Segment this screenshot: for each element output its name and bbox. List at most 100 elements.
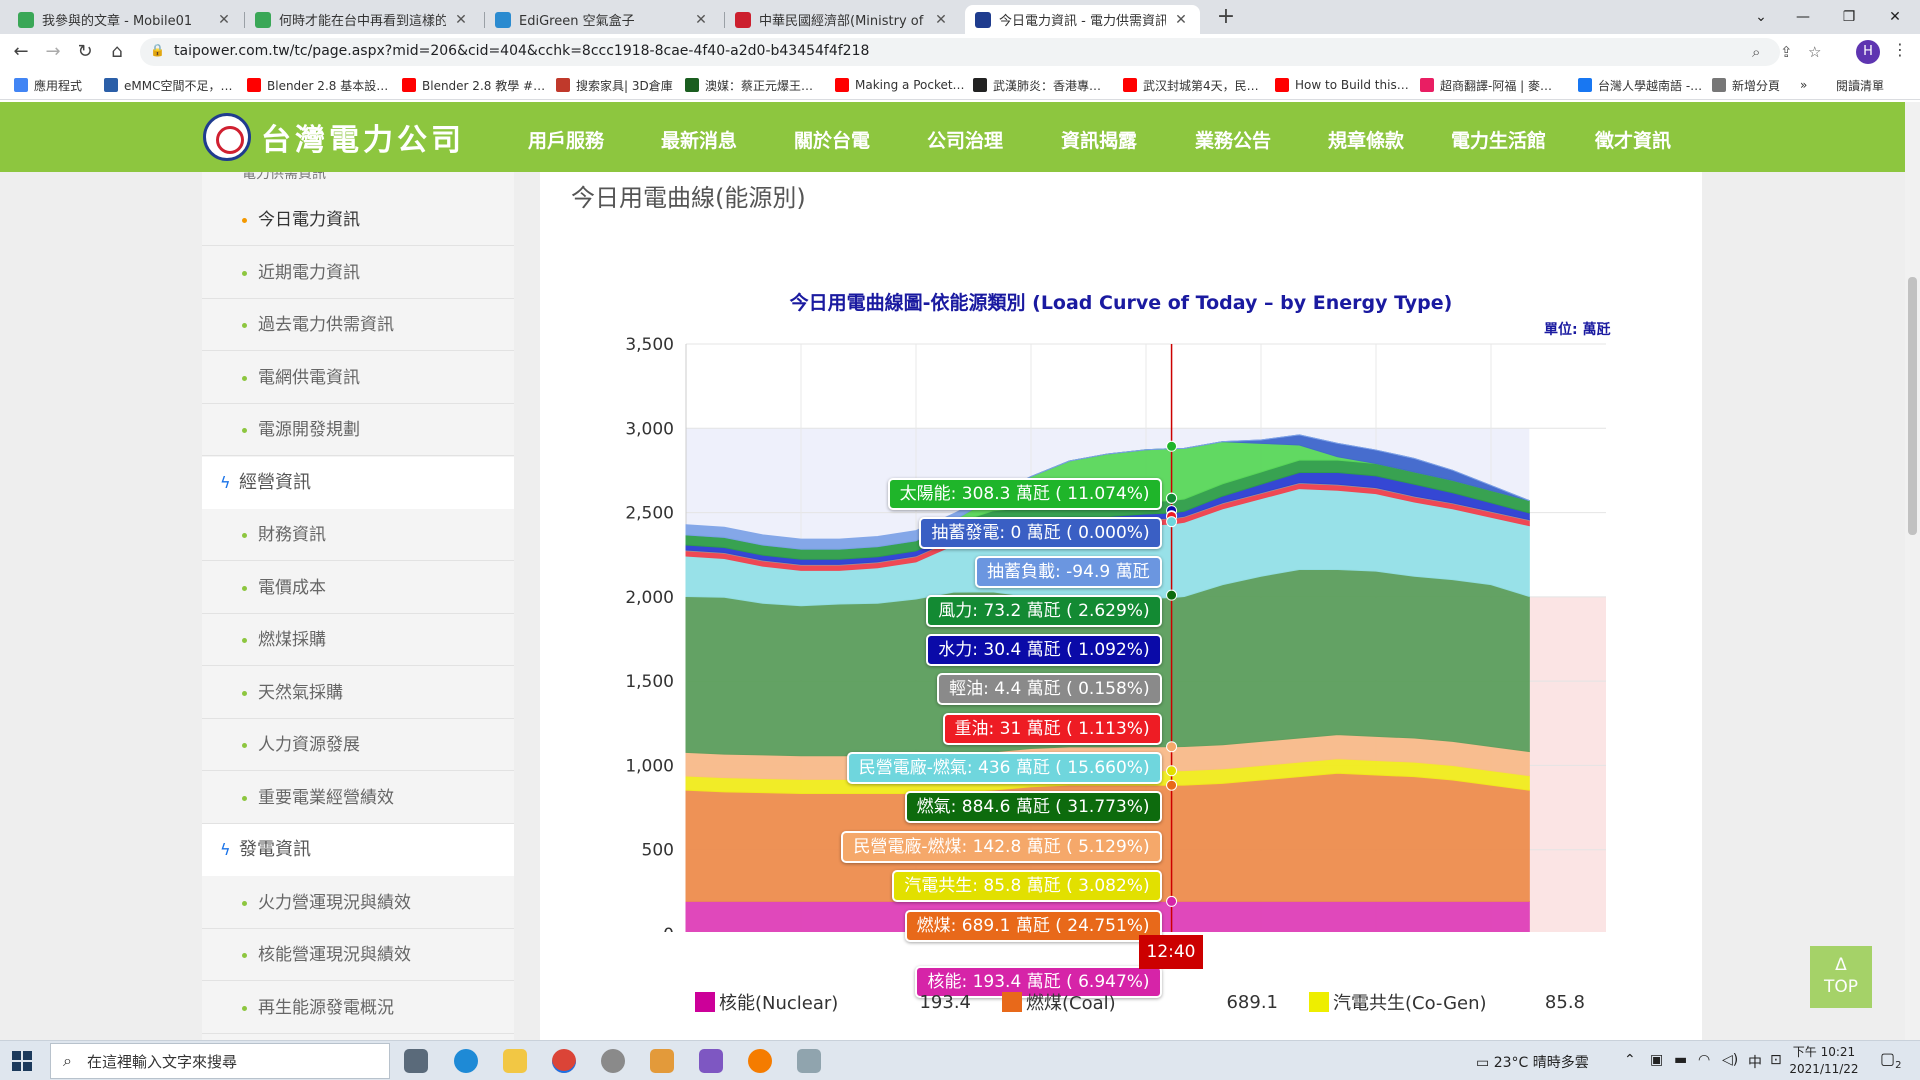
weather-widget[interactable]: ▭ 23°C 晴時多雲 — [1476, 1052, 1589, 1072]
app-icon[interactable] — [650, 1049, 674, 1073]
tooltip-entry: 汽電共生: 85.8 萬瓩 ( 3.082%) — [892, 870, 1162, 902]
url-text[interactable]: taipower.com.tw/tc/page.aspx?mid=206&cid… — [174, 43, 869, 59]
bookmark-item[interactable]: 搜索家具| 3D倉庫 — [556, 76, 673, 94]
browser-tab[interactable]: 我參與的文章 - Mobile01 ✕ — [8, 5, 243, 34]
tab-search-icon[interactable]: ⌄ — [1738, 0, 1784, 34]
sidebar-item[interactable]: 近期電力資訊 — [202, 247, 514, 299]
new-tab-button[interactable]: + — [1213, 5, 1239, 31]
wifi-icon[interactable]: ◠ — [1698, 1052, 1710, 1068]
bookmark-item[interactable]: 應用程式 — [14, 76, 82, 94]
app-icon[interactable] — [699, 1049, 723, 1073]
nav-careers[interactable]: 徵才資訊 — [1595, 126, 1671, 153]
browser-tab-active[interactable]: 今日電力資訊 - 電力供需資訊 - 台 ✕ — [965, 5, 1200, 34]
sidebar-item[interactable]: 過去電力供需資訊 — [202, 299, 514, 351]
bookmark-item[interactable]: 台灣人學越南語 -… — [1578, 76, 1702, 94]
address-bar[interactable]: 🔒 taipower.com.tw/tc/page.aspx?mid=206&c… — [140, 38, 1821, 66]
sidebar-item[interactable]: 重要電業經營績效 — [202, 772, 514, 824]
close-tab-icon[interactable]: ✕ — [452, 12, 470, 28]
bookmark-item[interactable]: Blender 2.8 教學 #… — [402, 76, 545, 94]
app-icon[interactable] — [601, 1049, 625, 1073]
ime-indicator[interactable]: 中 — [1748, 1052, 1762, 1072]
nav-regulations[interactable]: 規章條款 — [1328, 126, 1404, 153]
close-tab-icon[interactable]: ✕ — [1172, 12, 1190, 28]
battery-icon[interactable]: ▬ — [1674, 1052, 1687, 1068]
forward-icon[interactable]: → — [40, 40, 66, 64]
keyboard-icon[interactable]: ⊡ — [1770, 1052, 1782, 1068]
nav-about[interactable]: 關於台電 — [794, 126, 870, 153]
sidebar-item[interactable]: 再生能源發電概況 — [202, 982, 514, 1034]
reload-icon[interactable]: ↻ — [72, 40, 98, 64]
bookmark-item[interactable]: 新增分頁 — [1712, 76, 1780, 94]
close-tab-icon[interactable]: ✕ — [215, 12, 233, 28]
back-icon[interactable]: ← — [8, 40, 34, 64]
bookmark-item[interactable]: How to Build this… — [1275, 76, 1409, 94]
bookmark-item[interactable]: 超商翻譯-阿福 | 麥… — [1420, 76, 1552, 94]
home-icon[interactable]: ⌂ — [104, 40, 130, 64]
bookmark-star-icon[interactable]: ☆ — [1808, 43, 1821, 61]
file-explorer-icon[interactable] — [503, 1049, 527, 1073]
browser-tab[interactable]: 中華民國經濟部(Ministry of Econ ✕ — [725, 5, 960, 34]
notification-icon[interactable]: ▢2 — [1880, 1049, 1902, 1071]
share-icon[interactable]: ⇪ — [1780, 43, 1793, 61]
browser-tab[interactable]: 何時才能在台中再看到這樣的藍天 ✕ — [245, 5, 480, 34]
windows-start-icon[interactable] — [12, 1051, 32, 1071]
bookmark-item[interactable]: 澳媒：蔡正元爆王… — [685, 76, 813, 94]
task-view-icon[interactable] — [404, 1049, 428, 1073]
sidebar-item[interactable]: 燃煤採購 — [202, 614, 514, 666]
minimize-icon[interactable]: — — [1780, 0, 1826, 34]
scrollbar-thumb[interactable] — [1908, 277, 1917, 535]
sidebar-item[interactable]: 財務資訊 — [202, 509, 514, 561]
close-tab-icon[interactable]: ✕ — [692, 12, 710, 28]
blender-icon[interactable] — [748, 1049, 772, 1073]
browser-tab[interactable]: EdiGreen 空氣盒子 ✕ — [485, 5, 720, 34]
reading-list-button[interactable]: 閱讀清單 — [1836, 76, 1884, 94]
taipower-logo[interactable]: 台灣電力公司 — [203, 112, 465, 162]
sidebar-item-current[interactable]: 今日電力資訊 — [202, 194, 514, 246]
nav-news[interactable]: 最新消息 — [661, 126, 737, 153]
bullet-icon — [242, 428, 247, 433]
legend-item[interactable]: 核能(Nuclear) 193.4 — [695, 990, 985, 1014]
sidebar-item[interactable]: 電價成本 — [202, 562, 514, 614]
current-time-label: 12:40 — [1139, 935, 1203, 969]
app-icon[interactable] — [797, 1049, 821, 1073]
sidebar-item[interactable]: 人力資源發展 — [202, 719, 514, 771]
sidebar-category[interactable]: ϟ 發電資訊 — [202, 824, 514, 876]
page-scrollbar[interactable] — [1905, 102, 1920, 1040]
bookmark-item[interactable]: Blender 2.8 基本設… — [247, 76, 388, 94]
sidebar-item[interactable]: 火力營運現況與績效 — [202, 877, 514, 929]
sidebar-item[interactable]: 天然氣採購 — [202, 667, 514, 719]
nav-customer-service[interactable]: 用戶服務 — [528, 126, 604, 153]
nav-living[interactable]: 電力生活館 — [1451, 126, 1546, 153]
bookmark-item[interactable]: Making a Pocket… — [835, 76, 965, 94]
close-tab-icon[interactable]: ✕ — [932, 12, 950, 28]
profile-avatar[interactable]: H — [1856, 40, 1880, 64]
bookmark-item[interactable]: eMMC空間不足，… — [104, 76, 232, 94]
taskbar-clock[interactable]: 下午 10:21 2021/11/22 — [1786, 1044, 1862, 1078]
tray-overflow-icon[interactable]: ⌃ — [1624, 1052, 1636, 1068]
zoom-icon[interactable]: ⌕ — [1752, 43, 1760, 61]
nav-governance[interactable]: 公司治理 — [927, 126, 1003, 153]
tooltip-entry: 輕油: 4.4 萬瓩 ( 0.158%) — [937, 673, 1162, 705]
legend-item[interactable]: 汽電共生(Co-Gen) 85.8 — [1309, 990, 1599, 1014]
nav-disclosure[interactable]: 資訊揭露 — [1061, 126, 1137, 153]
y-tick-label: 1,500 — [625, 672, 674, 692]
sidebar-category[interactable]: ϟ 經營資訊 — [202, 456, 514, 509]
volume-icon[interactable]: ◁) — [1722, 1052, 1738, 1068]
nav-announcements[interactable]: 業務公告 — [1195, 126, 1271, 153]
sidebar-item[interactable]: 電源開發規劃 — [202, 404, 514, 456]
bookmarks-overflow-button[interactable]: » — [1800, 76, 1807, 94]
taskbar-search-input[interactable]: ⌕ 在這裡輸入文字來搜尋 — [50, 1043, 390, 1079]
edge-browser-icon[interactable] — [454, 1049, 478, 1073]
tooltip-entry: 民營電廠-燃氣: 436 萬瓩 ( 15.660%) — [846, 752, 1162, 784]
close-window-icon[interactable]: ✕ — [1872, 0, 1918, 34]
maximize-icon[interactable]: ❐ — [1826, 0, 1872, 34]
sidebar-item[interactable]: 電網供電資訊 — [202, 352, 514, 404]
bookmark-item[interactable]: 武汉封城第4天，民… — [1123, 76, 1259, 94]
sidebar-item[interactable]: 核能營運現況與績效 — [202, 929, 514, 981]
bookmark-item[interactable]: 武漢肺炎：香港專… — [973, 76, 1101, 94]
browser-menu-icon[interactable]: ⋮ — [1892, 40, 1908, 59]
legend-item[interactable]: 燃煤(Coal) 689.1 — [1002, 990, 1292, 1014]
back-to-top-button[interactable]: Δ TOP — [1810, 946, 1872, 1008]
network-icon[interactable]: ▣ — [1650, 1052, 1663, 1068]
chrome-icon[interactable] — [552, 1049, 576, 1073]
